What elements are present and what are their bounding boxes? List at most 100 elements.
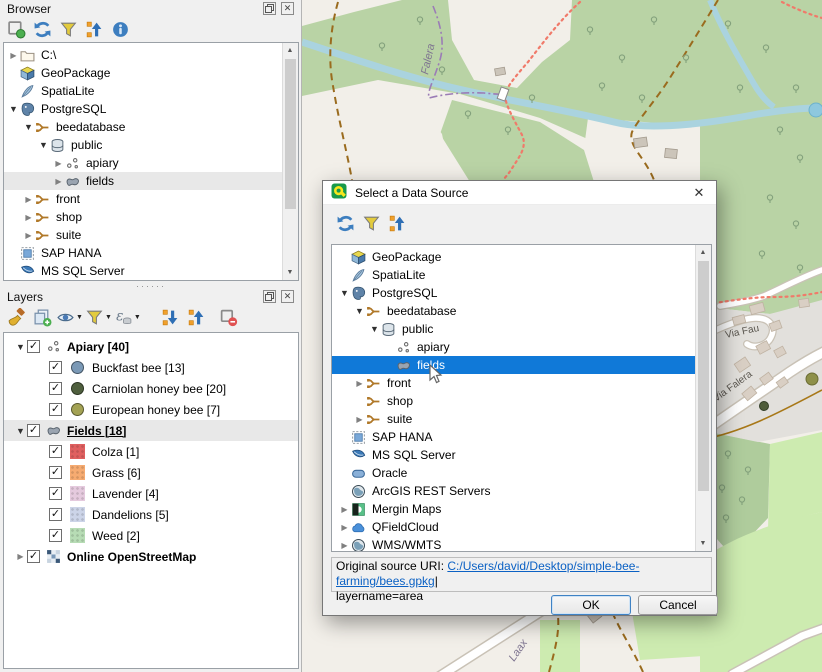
manage-map-themes-button[interactable]: ▼: [56, 306, 83, 328]
layer-visibility-checkbox[interactable]: ✓: [49, 382, 62, 395]
source-item-arcgis-rest-servers[interactable]: ArcGIS REST Servers: [332, 482, 696, 500]
dialog-close-button[interactable]: ✕: [682, 185, 716, 201]
browser-item-postgresql[interactable]: ▼PostgreSQL: [4, 100, 283, 118]
source-item-postgresql[interactable]: ▼PostgreSQL: [332, 284, 696, 302]
dialog-titlebar[interactable]: Select a Data Source ✕: [323, 181, 716, 205]
source-item-sap-hana[interactable]: SAP HANA: [332, 428, 696, 446]
source-item-fields[interactable]: fields: [332, 356, 696, 374]
filter-browser-button[interactable]: [56, 18, 80, 40]
collapse-all-button[interactable]: [82, 18, 106, 40]
expander-closed-icon[interactable]: ▶: [22, 195, 35, 204]
source-item-oracle[interactable]: Oracle: [332, 464, 696, 482]
layer-visibility-checkbox[interactable]: ✓: [27, 340, 40, 353]
expander-closed-icon[interactable]: ▶: [338, 505, 351, 514]
expander-closed-icon[interactable]: ▶: [22, 231, 35, 240]
layer-online-openstreetmap[interactable]: ▶✓Online OpenStreetMap: [4, 546, 298, 567]
add-selected-layers-button[interactable]: [4, 18, 28, 40]
expander-open-icon[interactable]: ▼: [353, 306, 366, 316]
browser-item-public[interactable]: ▼public: [4, 136, 283, 154]
expander-closed-icon[interactable]: ▶: [14, 552, 27, 561]
layer-visibility-checkbox[interactable]: ✓: [49, 403, 62, 416]
browser-item-ms-sql-server[interactable]: MS SQL Server: [4, 262, 283, 280]
layer-visibility-checkbox[interactable]: ✓: [49, 508, 62, 521]
expander-open-icon[interactable]: ▼: [368, 324, 381, 334]
expander-closed-icon[interactable]: ▶: [338, 523, 351, 532]
layer-visibility-checkbox[interactable]: ✓: [49, 466, 62, 479]
browser-item-c[interactable]: ▶C:\: [4, 46, 283, 64]
layer-dandelions-5[interactable]: ✓Dandelions [5]: [4, 504, 298, 525]
browser-item-beedatabase[interactable]: ▼beedatabase: [4, 118, 283, 136]
filter-button[interactable]: [359, 212, 383, 234]
source-item-geopackage[interactable]: GeoPackage: [332, 248, 696, 266]
source-item-ms-sql-server[interactable]: MS SQL Server: [332, 446, 696, 464]
add-group-button[interactable]: [30, 306, 54, 328]
float-panel-button[interactable]: [263, 290, 276, 303]
browser-item-shop[interactable]: ▶shop: [4, 208, 283, 226]
expander-closed-icon[interactable]: ▶: [353, 379, 366, 388]
source-item-wms-wmts[interactable]: ▶WMS/WMTS: [332, 536, 696, 552]
scroll-up-icon[interactable]: ▲: [283, 43, 297, 58]
scroll-thumb[interactable]: [285, 59, 296, 209]
source-item-front[interactable]: ▶front: [332, 374, 696, 392]
scroll-thumb[interactable]: [698, 261, 709, 491]
layer-european-honey-bee-7[interactable]: ✓European honey bee [7]: [4, 399, 298, 420]
filter-legend-button[interactable]: ▼: [85, 306, 112, 328]
layer-visibility-checkbox[interactable]: ✓: [27, 424, 40, 437]
cancel-button[interactable]: Cancel: [638, 595, 718, 615]
source-item-mergin-maps[interactable]: ▶Mergin Maps: [332, 500, 696, 518]
scroll-down-icon[interactable]: ▼: [696, 536, 710, 551]
layer-visibility-checkbox[interactable]: ✓: [49, 361, 62, 374]
browser-item-front[interactable]: ▶front: [4, 190, 283, 208]
expander-open-icon[interactable]: ▼: [7, 104, 20, 114]
layer-colza-1[interactable]: ✓Colza [1]: [4, 441, 298, 462]
expander-closed-icon[interactable]: ▶: [22, 213, 35, 222]
expander-closed-icon[interactable]: ▶: [338, 541, 351, 550]
layer-visibility-checkbox[interactable]: ✓: [49, 487, 62, 500]
expander-closed-icon[interactable]: ▶: [52, 159, 65, 168]
panel-splitter[interactable]: ······: [0, 283, 302, 289]
layer-visibility-checkbox[interactable]: ✓: [27, 550, 40, 563]
source-item-shop[interactable]: shop: [332, 392, 696, 410]
expand-all-button[interactable]: [159, 306, 183, 328]
browser-item-geopackage[interactable]: GeoPackage: [4, 64, 283, 82]
browser-item-spatialite[interactable]: SpatiaLite: [4, 82, 283, 100]
float-panel-button[interactable]: [263, 2, 276, 15]
properties-button[interactable]: [108, 18, 132, 40]
browser-item-apiary[interactable]: ▶apiary: [4, 154, 283, 172]
expander-open-icon[interactable]: ▼: [37, 140, 50, 150]
refresh-button[interactable]: [333, 212, 357, 234]
source-item-beedatabase[interactable]: ▼beedatabase: [332, 302, 696, 320]
remove-layer-button[interactable]: [217, 306, 241, 328]
expander-open-icon[interactable]: ▼: [22, 122, 35, 132]
ok-button[interactable]: OK: [551, 595, 631, 615]
browser-item-suite[interactable]: ▶suite: [4, 226, 283, 244]
collapse-all-button[interactable]: [185, 306, 209, 328]
layer-carniolan-honey-bee-20[interactable]: ✓Carniolan honey bee [20]: [4, 378, 298, 399]
refresh-button[interactable]: [30, 18, 54, 40]
source-item-apiary[interactable]: apiary: [332, 338, 696, 356]
expander-closed-icon[interactable]: ▶: [353, 415, 366, 424]
close-panel-button[interactable]: ✕: [281, 290, 294, 303]
layer-lavender-4[interactable]: ✓Lavender [4]: [4, 483, 298, 504]
expander-open-icon[interactable]: ▼: [14, 426, 27, 436]
layer-apiary-40[interactable]: ▼✓Apiary [40]: [4, 336, 298, 357]
expander-open-icon[interactable]: ▼: [338, 288, 351, 298]
filter-by-expression-button[interactable]: ε▼: [114, 306, 141, 328]
layer-weed-2[interactable]: ✓Weed [2]: [4, 525, 298, 546]
layer-fields-18[interactable]: ▼✓Fields [18]: [4, 420, 298, 441]
browser-item-sap-hana[interactable]: SAP HANA: [4, 244, 283, 262]
dialog-tree-scrollbar[interactable]: ▲ ▼: [695, 245, 711, 551]
expander-closed-icon[interactable]: ▶: [7, 51, 20, 60]
scroll-up-icon[interactable]: ▲: [696, 245, 710, 260]
layer-grass-6[interactable]: ✓Grass [6]: [4, 462, 298, 483]
source-item-qfieldcloud[interactable]: ▶QFieldCloud: [332, 518, 696, 536]
expander-closed-icon[interactable]: ▶: [52, 177, 65, 186]
collapse-all-button[interactable]: [385, 212, 409, 234]
source-item-public[interactable]: ▼public: [332, 320, 696, 338]
browser-item-fields[interactable]: ▶fields: [4, 172, 283, 190]
layer-visibility-checkbox[interactable]: ✓: [49, 445, 62, 458]
scroll-down-icon[interactable]: ▼: [283, 265, 297, 280]
source-item-spatialite[interactable]: SpatiaLite: [332, 266, 696, 284]
expander-open-icon[interactable]: ▼: [14, 342, 27, 352]
layer-buckfast-bee-13[interactable]: ✓Buckfast bee [13]: [4, 357, 298, 378]
